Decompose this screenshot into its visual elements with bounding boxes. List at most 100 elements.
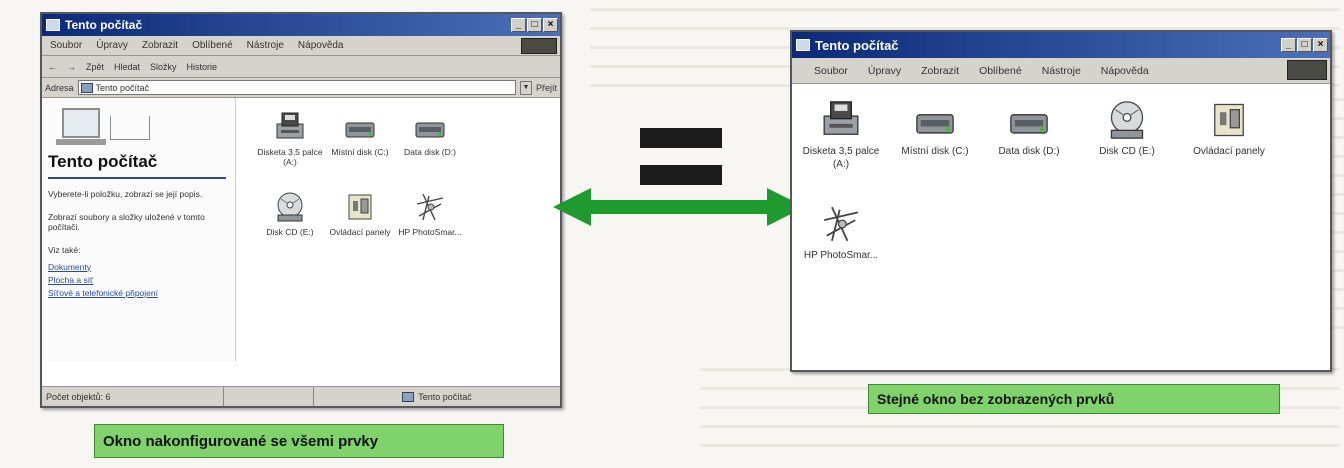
history-button[interactable]: Historie bbox=[187, 62, 218, 72]
link-plocha[interactable]: Plocha a síť bbox=[48, 275, 227, 285]
windows-logo-icon bbox=[1287, 60, 1327, 80]
item-label: Data disk (D:) bbox=[404, 147, 456, 157]
menu-oblibene[interactable]: Oblíbené bbox=[979, 65, 1022, 77]
up-button[interactable]: Zpět bbox=[86, 62, 104, 72]
hp-photosmart-icon bbox=[823, 206, 859, 242]
menu-upravy[interactable]: Úpravy bbox=[868, 65, 901, 77]
go-button[interactable]: Přejít bbox=[536, 83, 557, 93]
computer-icon bbox=[402, 391, 415, 402]
web-view-pane: Tento počítač Vyberete-li položku, zobra… bbox=[42, 98, 236, 361]
menu-soubor[interactable]: Soubor bbox=[814, 65, 848, 77]
menu-bar: Soubor Úpravy Zobrazit Oblíbené Nástroje… bbox=[792, 58, 1330, 84]
right-explorer-window: Tento počítač _ □ × Soubor Úpravy Zobraz… bbox=[790, 30, 1332, 372]
window-title: Tento počítač bbox=[65, 18, 143, 32]
device-item[interactable]: HP PhotoSmar... bbox=[798, 202, 884, 263]
local-disk-icon bbox=[345, 122, 375, 138]
close-button[interactable]: × bbox=[1313, 38, 1328, 52]
status-bar: Počet objektů: 6 Tento počítač bbox=[42, 386, 560, 406]
caption-left: Okno nakonfigurované se všemi prvky bbox=[94, 424, 504, 458]
device-item[interactable]: HP PhotoSmar... bbox=[394, 190, 466, 237]
see-also-label: Viz také: bbox=[48, 244, 81, 255]
drive-item[interactable]: Místní disk (C:) bbox=[324, 110, 396, 157]
item-label: Data disk (D:) bbox=[998, 146, 1060, 157]
panel-title: Tento počítač bbox=[48, 146, 226, 179]
item-label: Místní disk (C:) bbox=[901, 146, 969, 157]
item-label: HP PhotoSmar... bbox=[398, 227, 462, 237]
maximize-button[interactable]: □ bbox=[1297, 38, 1312, 52]
data-disk-icon bbox=[1010, 114, 1048, 134]
drive-item[interactable]: Disketa 3,5 palce (A:) bbox=[798, 98, 884, 171]
control-panel-icon bbox=[1214, 103, 1244, 137]
cd-drive-icon bbox=[277, 192, 303, 222]
drive-item[interactable]: Data disk (D:) bbox=[394, 110, 466, 157]
floppy-drive-icon bbox=[276, 112, 304, 139]
link-sitove-pripojeni[interactable]: Síťové a telefonické připojení bbox=[48, 288, 227, 298]
folder-item[interactable]: Ovládací panely bbox=[324, 190, 396, 237]
folders-button[interactable]: Složky bbox=[150, 62, 177, 72]
drive-item[interactable]: Disk CD (E:) bbox=[254, 190, 326, 237]
menu-soubor[interactable]: Soubor bbox=[50, 40, 82, 51]
menu-napoveda[interactable]: Nápověda bbox=[1101, 65, 1149, 77]
address-field[interactable]: Tento počítač bbox=[77, 80, 516, 95]
item-label: Disk CD (E:) bbox=[1099, 146, 1155, 157]
panel-description: Vyberete-li položku, zobrazí se její pop… bbox=[48, 189, 203, 199]
item-label: Ovládací panely bbox=[329, 227, 391, 237]
icon-view: Disketa 3,5 palce (A:) Místní disk (C:) … bbox=[792, 84, 1330, 370]
address-label: Adresa bbox=[45, 82, 74, 93]
equals-bottom-bar bbox=[640, 165, 722, 185]
menu-oblibene[interactable]: Oblíbené bbox=[192, 40, 233, 51]
search-button[interactable]: Hledat bbox=[114, 62, 140, 72]
drive-item[interactable]: Místní disk (C:) bbox=[892, 98, 978, 159]
maximize-button[interactable]: □ bbox=[527, 18, 542, 32]
address-dropdown-button[interactable]: ▼ bbox=[519, 80, 532, 95]
computer-illustration-icon bbox=[48, 106, 158, 146]
windows-logo-icon bbox=[521, 38, 557, 54]
panel-description-2: Zobrazí soubory a složky uložené v tomto… bbox=[48, 211, 205, 233]
menu-napoveda[interactable]: Nápověda bbox=[298, 40, 344, 51]
menu-upravy[interactable]: Úpravy bbox=[96, 40, 128, 51]
status-location: Tento počítač bbox=[314, 387, 560, 406]
minimize-button[interactable]: _ bbox=[511, 18, 526, 32]
title-bar: Tento počítač _ □ × bbox=[792, 32, 1330, 58]
computer-icon bbox=[796, 39, 810, 51]
left-explorer-window: Tento počítač _ □ × Soubor Úpravy Zobraz… bbox=[40, 12, 562, 408]
close-button[interactable]: × bbox=[543, 18, 558, 32]
computer-icon bbox=[80, 82, 93, 93]
back-button[interactable]: ← bbox=[48, 62, 57, 72]
drive-item[interactable]: Disk CD (E:) bbox=[1084, 98, 1170, 159]
local-disk-icon bbox=[916, 114, 954, 134]
control-panel-icon bbox=[348, 194, 372, 220]
double-arrow-icon bbox=[553, 188, 805, 226]
drive-item[interactable]: Data disk (D:) bbox=[986, 98, 1072, 159]
item-label: Místní disk (C:) bbox=[331, 147, 389, 157]
window-content: Tento počítač Vyberete-li položku, zobra… bbox=[42, 98, 560, 361]
folder-item[interactable]: Ovládací panely bbox=[1186, 98, 1272, 159]
caption-right: Stejné okno bez zobrazených prvků bbox=[868, 384, 1280, 414]
menu-zobrazit[interactable]: Zobrazit bbox=[921, 65, 959, 77]
status-location-label: Tento počítač bbox=[418, 391, 472, 402]
address-bar: Adresa Tento počítač ▼ Přejít bbox=[42, 78, 560, 98]
forward-button[interactable]: → bbox=[67, 62, 76, 72]
menu-zobrazit[interactable]: Zobrazit bbox=[142, 40, 178, 51]
data-disk-icon bbox=[415, 122, 445, 138]
status-bar-section bbox=[224, 387, 314, 406]
equals-top-bar bbox=[640, 128, 722, 148]
window-title: Tento počítač bbox=[815, 37, 899, 53]
cd-drive-icon bbox=[1110, 101, 1144, 139]
hp-photosmart-icon bbox=[416, 193, 444, 221]
title-bar: Tento počítač _ □ × bbox=[42, 14, 560, 36]
menu-nastroje[interactable]: Nástroje bbox=[1042, 65, 1081, 77]
minimize-button[interactable]: _ bbox=[1281, 38, 1296, 52]
item-label: Disketa 3,5 palce (A:) bbox=[802, 146, 880, 170]
menu-bar: Soubor Úpravy Zobrazit Oblíbené Nástroje… bbox=[42, 36, 560, 56]
drive-item[interactable]: Disketa 3,5 palce (A:) bbox=[254, 110, 326, 167]
object-count: Počet objektů: 6 bbox=[42, 387, 224, 406]
address-value: Tento počítač bbox=[95, 82, 150, 93]
item-label: Disk CD (E:) bbox=[266, 227, 314, 237]
menu-nastroje[interactable]: Nástroje bbox=[247, 40, 284, 51]
link-dokumenty[interactable]: Dokumenty bbox=[48, 262, 227, 272]
icon-view: Disketa 3,5 palce (A:) Místní disk (C:) … bbox=[236, 98, 560, 361]
item-label: Ovládací panely bbox=[1193, 146, 1265, 157]
standard-toolbar: ← → Zpět Hledat Složky Historie bbox=[42, 56, 560, 78]
item-label: Disketa 3,5 palce (A:) bbox=[257, 147, 323, 168]
